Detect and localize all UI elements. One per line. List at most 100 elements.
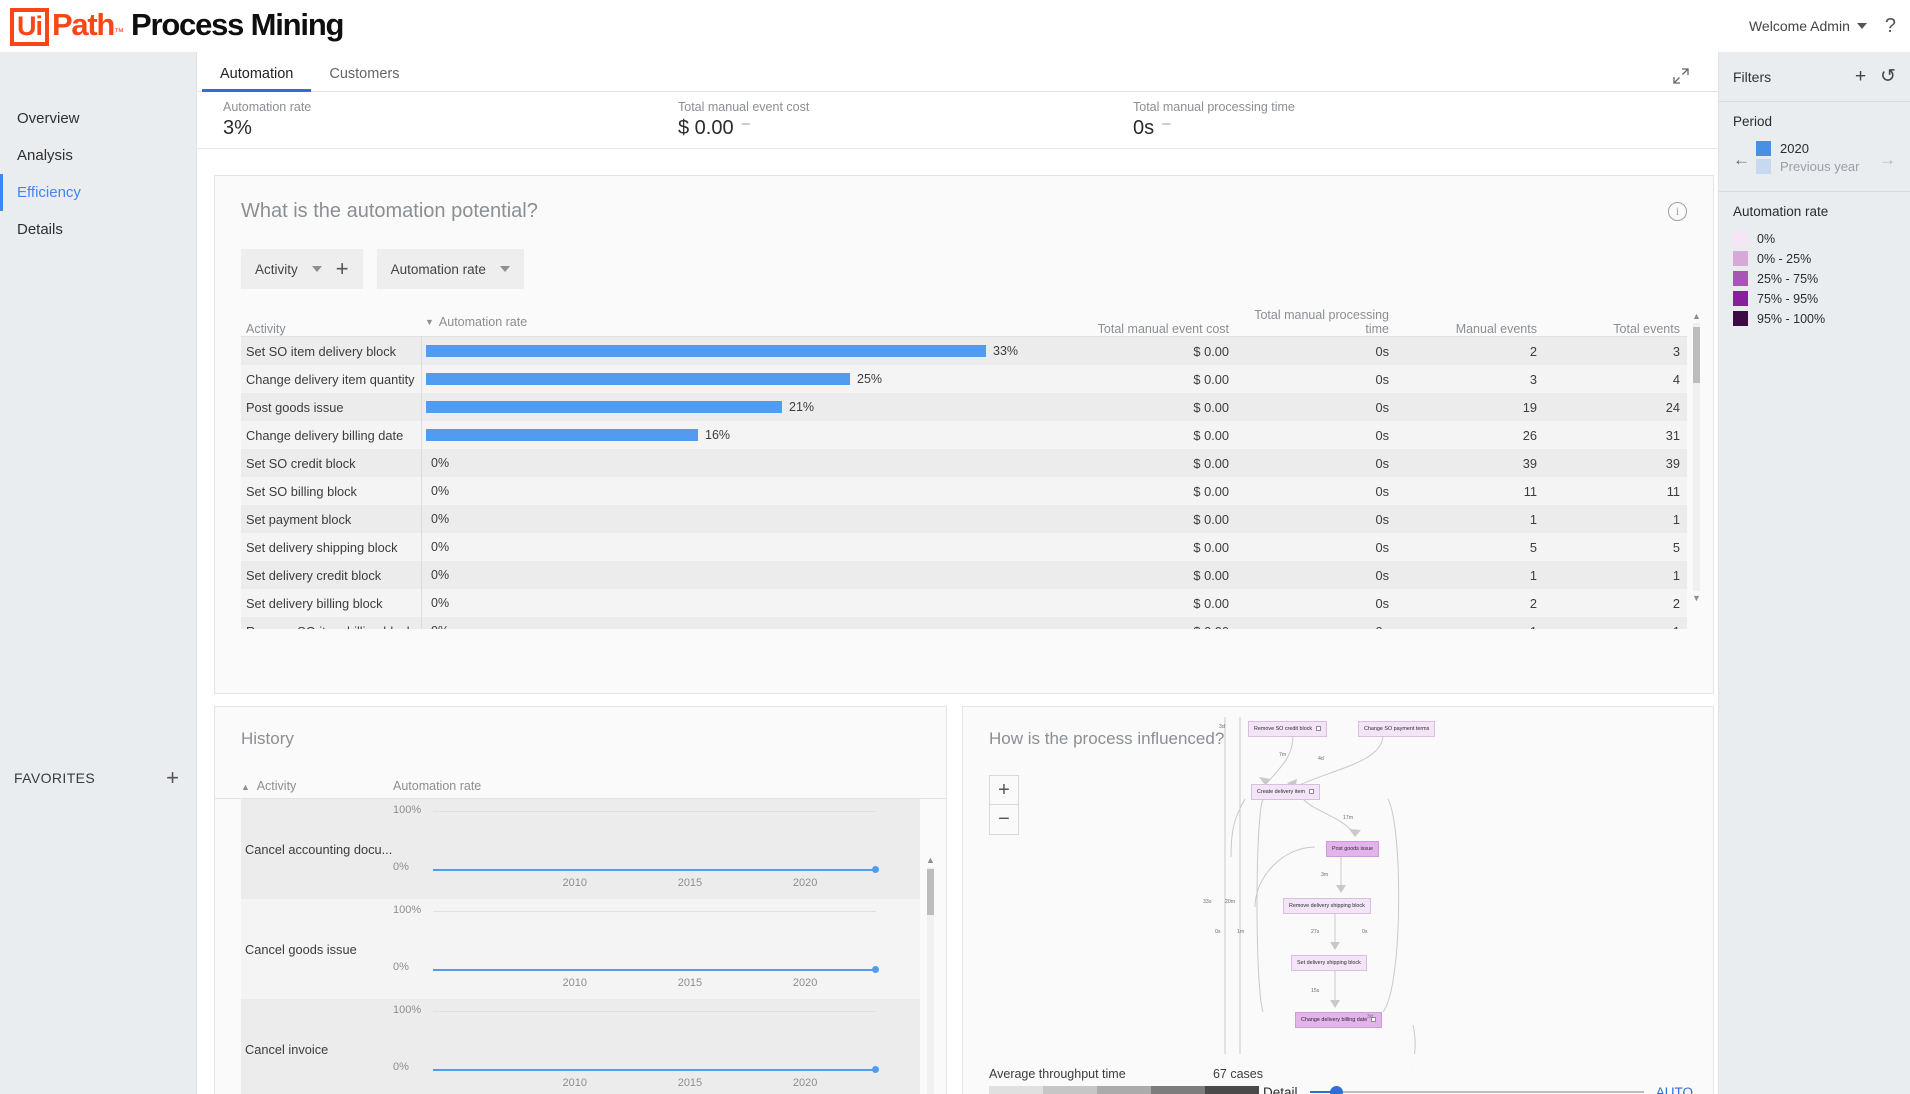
help-icon[interactable]: ?	[1885, 15, 1896, 38]
legend-item[interactable]: 0%	[1733, 231, 1896, 246]
metric-selector[interactable]: Automation rate	[377, 249, 524, 289]
history-row[interactable]: Cancel goods issue100%0%201020152020	[241, 899, 920, 999]
scroll-up-icon[interactable]: ▲	[1691, 311, 1702, 321]
graph-node[interactable]: Set delivery shipping block	[1291, 955, 1367, 971]
cell-manual-events: 3	[1391, 372, 1539, 387]
cell-time: 0s	[1231, 456, 1391, 471]
graph-node[interactable]: Change SO payment terms	[1358, 721, 1435, 737]
graph-node[interactable]: Post goods issue	[1326, 841, 1379, 857]
history-activity-label: Cancel accounting docu...	[241, 799, 393, 899]
selector-label: Activity	[255, 262, 298, 277]
favorites-section: FAVORITES +	[0, 762, 197, 794]
checkbox-icon[interactable]	[1309, 789, 1314, 794]
period-next-arrow-icon[interactable]: →	[1879, 151, 1896, 168]
table-body: Set SO item delivery block33%$ 0.000s23C…	[241, 337, 1687, 629]
sidebar-item-overview[interactable]: Overview	[0, 100, 196, 137]
top-bar: Ui Path ™ Process Mining Welcome Admin ?	[0, 0, 1910, 52]
col-header-rate[interactable]: ▼ Automation rate	[421, 308, 1041, 336]
legend-swatch	[1733, 271, 1748, 286]
sidebar-item-details[interactable]: Details	[0, 211, 196, 248]
graph-node[interactable]: Remove SO credit block	[1248, 721, 1327, 737]
uipath-logo[interactable]: Ui Path ™ Process Mining	[0, 7, 343, 46]
history-scrollbar[interactable]: ▲ ▼	[925, 855, 936, 1094]
add-dimension-icon[interactable]: +	[336, 258, 349, 280]
add-favorite-icon[interactable]: +	[166, 767, 179, 789]
main-content: Automation Customers Automation rate 3% …	[197, 52, 1718, 1094]
table-row[interactable]: Change delivery item quantity25%$ 0.000s…	[241, 365, 1687, 393]
slider-track[interactable]	[1310, 1091, 1644, 1093]
table-row[interactable]: Post goods issue21%$ 0.000s1924	[241, 393, 1687, 421]
auto-button[interactable]: AUTO	[1656, 1085, 1693, 1094]
graph-node[interactable]: Create delivery item	[1251, 784, 1320, 800]
table-header-row: Activity ▼ Automation rate Total manual …	[241, 311, 1687, 337]
legend-item[interactable]: 25% - 75%	[1733, 271, 1896, 286]
logo-path-text: Path	[52, 7, 114, 43]
activity-dimension-selector[interactable]: Activity +	[241, 249, 363, 289]
col-header-manual-events[interactable]: Manual events	[1391, 322, 1539, 336]
col-header-activity[interactable]: Activity	[241, 322, 421, 336]
table-row[interactable]: Set delivery credit block0%$ 0.000s11	[241, 561, 1687, 589]
y-axis-bottom-label: 0%	[393, 861, 409, 873]
table-row[interactable]: Set payment block0%$ 0.000s11	[241, 505, 1687, 533]
tab-customers[interactable]: Customers	[311, 66, 417, 91]
table-scrollbar[interactable]: ▲ ▼	[1691, 311, 1702, 603]
reset-filters-icon[interactable]: ↺	[1880, 65, 1896, 88]
expand-icon[interactable]	[1672, 67, 1690, 85]
tab-automation[interactable]: Automation	[202, 66, 311, 91]
graph-edge-label: 33s	[1203, 899, 1211, 905]
legend-item[interactable]: 95% - 100%	[1733, 311, 1896, 326]
col-header-cost[interactable]: Total manual event cost	[1041, 322, 1231, 336]
sidebar-item-analysis[interactable]: Analysis	[0, 137, 196, 174]
table-row[interactable]: Set delivery billing block0%$ 0.000s22	[241, 589, 1687, 617]
history-col-rate[interactable]: Automation rate	[393, 779, 481, 793]
period-prev-arrow-icon[interactable]: ←	[1733, 151, 1750, 168]
table-row[interactable]: Change delivery billing date16%$ 0.000s2…	[241, 421, 1687, 449]
history-col-activity[interactable]: ▲ Activity	[241, 779, 393, 793]
history-sparkline[interactable]: 100%0%201020152020	[393, 999, 920, 1094]
graph-edge-label: 27s	[1311, 929, 1319, 935]
table-row[interactable]: Set SO item delivery block33%$ 0.000s23	[241, 337, 1687, 365]
history-activity-label: Cancel invoice	[241, 999, 393, 1094]
y-axis-top-label: 100%	[393, 804, 421, 816]
sidebar-nav: Overview Analysis Efficiency Details	[0, 52, 196, 248]
sparkline-series	[433, 869, 876, 871]
graph-node[interactable]: Remove delivery shipping block	[1283, 898, 1371, 914]
col-header-time[interactable]: Total manual processing time	[1231, 308, 1391, 336]
col-header-total-events[interactable]: Total events	[1539, 322, 1682, 336]
sidebar-item-efficiency[interactable]: Efficiency	[0, 174, 196, 211]
history-row[interactable]: Cancel invoice100%0%201020152020	[241, 999, 920, 1094]
table-row[interactable]: Set delivery shipping block0%$ 0.000s55	[241, 533, 1687, 561]
history-row[interactable]: Cancel accounting docu...100%0%201020152…	[241, 799, 920, 899]
graph-canvas[interactable]: Remove SO credit block Change SO payment …	[963, 707, 1714, 1094]
slider-knob[interactable]	[1330, 1086, 1343, 1094]
cell-rate: 0%	[421, 589, 1041, 617]
history-sparkline[interactable]: 100%0%201020152020	[393, 799, 920, 899]
graph-edge-label: 15s	[1311, 988, 1319, 994]
scroll-up-icon[interactable]: ▲	[925, 855, 936, 865]
period-values: 2020 Previous year	[1756, 141, 1873, 177]
checkbox-icon[interactable]	[1316, 726, 1321, 731]
scrollbar-thumb[interactable]	[1693, 327, 1700, 383]
table-row[interactable]: Set SO credit block0%$ 0.000s3939	[241, 449, 1687, 477]
legend-item[interactable]: 75% - 95%	[1733, 291, 1896, 306]
sparkline-series	[433, 969, 876, 971]
info-icon[interactable]: i	[1668, 202, 1687, 221]
detail-slider[interactable]	[1310, 1084, 1644, 1094]
history-sparkline[interactable]: 100%0%201020152020	[393, 899, 920, 999]
scrollbar-thumb[interactable]	[927, 869, 934, 915]
user-menu[interactable]: Welcome Admin	[1749, 18, 1867, 34]
history-header-row: ▲ Activity Automation rate	[215, 779, 946, 799]
table-row[interactable]: Set SO billing block0%$ 0.000s1111	[241, 477, 1687, 505]
rate-value: 33%	[993, 344, 1018, 358]
cell-rate: 16%	[421, 421, 1041, 449]
cell-activity: Set payment block	[241, 512, 421, 527]
cell-cost: $ 0.00	[1041, 568, 1231, 583]
legend-item[interactable]: 0% - 25%	[1733, 251, 1896, 266]
graph-edge-label: 1m	[1237, 929, 1244, 935]
top-bar-right: Welcome Admin ?	[1749, 0, 1896, 52]
history-rows: Cancel accounting docu...100%0%201020152…	[215, 799, 946, 1094]
table-row[interactable]: Remove SO item billing block0%$ 0.000s11	[241, 617, 1687, 629]
scroll-down-icon[interactable]: ▼	[1691, 593, 1702, 603]
add-filter-icon[interactable]: +	[1855, 66, 1866, 88]
user-menu-label: Welcome Admin	[1749, 18, 1850, 34]
